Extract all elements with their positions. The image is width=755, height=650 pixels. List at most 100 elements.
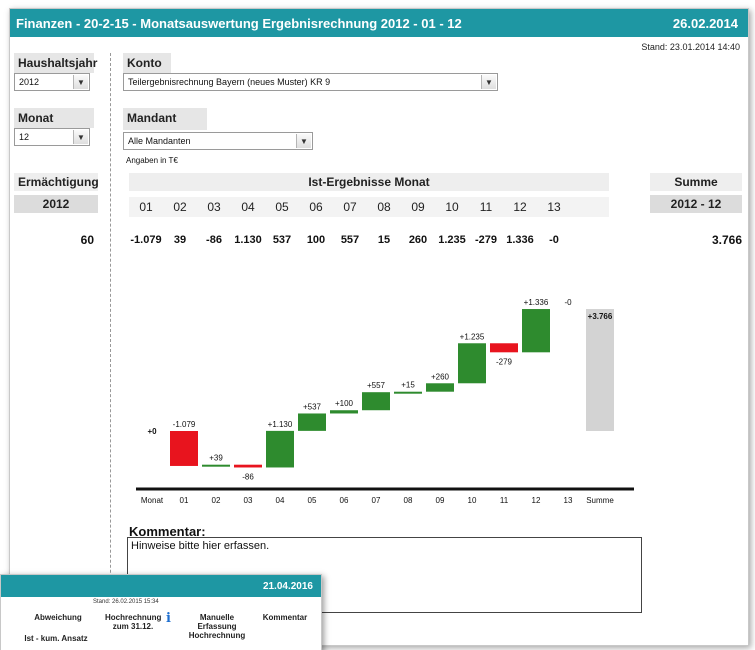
axis-tick-label: 08 [404, 496, 413, 505]
summe-label: Summe [650, 173, 742, 191]
month-header: 08 [377, 200, 391, 214]
month-value: 39 [173, 234, 187, 246]
month-value: 100 [306, 234, 326, 246]
bar-value-label: +1.130 [268, 420, 293, 429]
axis-tick-label: 06 [340, 496, 349, 505]
konto-value: Teilergebnisrechnung Bayern (neues Muste… [128, 77, 331, 87]
month-header-row: 01 02 03 04 05 06 07 08 09 10 11 12 13 [129, 197, 609, 217]
bar-value-label: +557 [367, 381, 386, 390]
waterfall-bar [170, 431, 198, 466]
axis-tick-label: 12 [532, 496, 541, 505]
month-value: -1.079 [130, 234, 162, 246]
month-value: 15 [377, 234, 391, 246]
waterfall-chart: +0 -1.079 +39 -86 +1.130 +537 +100 +557 +15 +260 +… [136, 298, 634, 505]
overlay-date: 21.04.2016 [262, 580, 313, 592]
month-value: 1.130 [234, 234, 262, 246]
axis-tick-label: 11 [500, 496, 509, 505]
mandant-select[interactable]: Alle Mandanten ▼ [123, 132, 313, 150]
month-value: 1.235 [438, 234, 466, 246]
month-value-row: -1.079 39 -86 1.130 537 100 557 15 260 1… [129, 234, 609, 246]
axis-tick-label: 13 [564, 496, 573, 505]
bar-value-label: -0 [564, 298, 572, 307]
waterfall-bar [458, 343, 486, 384]
konto-label: Konto [123, 53, 171, 73]
overlay-title-bar: 21.04.2016 [1, 575, 321, 597]
chevron-down-icon[interactable]: ▼ [73, 130, 88, 144]
month-value: -86 [206, 234, 222, 246]
month-header: 10 [445, 200, 459, 214]
overlay-stand: Stand: 26.02.2015 15:34 [93, 599, 159, 605]
month-header: 03 [207, 200, 221, 214]
bar-value-label: -86 [242, 472, 254, 481]
month-header: 11 [479, 200, 493, 214]
title-bar: Finanzen - 20-2-15 - Monatsauswertung Er… [10, 9, 748, 37]
bar-value-label: +15 [401, 381, 415, 390]
haushaltsjahr-label: Haushaltsjahr [14, 53, 97, 73]
waterfall-bar [426, 383, 454, 392]
month-header: 06 [309, 200, 323, 214]
monat-label: Monat [14, 108, 94, 128]
waterfall-bar [202, 464, 230, 467]
axis-tick-label: 02 [212, 496, 221, 505]
axis-tick-label: 10 [468, 496, 477, 505]
month-value: 557 [340, 234, 360, 246]
month-header: 04 [241, 200, 255, 214]
month-value: 1.336 [506, 234, 534, 246]
axis-tick-label: Monat [141, 496, 164, 505]
overlay-window: 21.04.2016 Stand: 26.02.2015 15:34 Abwei… [0, 574, 322, 650]
waterfall-bar [490, 343, 518, 353]
monat-value: 12 [19, 132, 30, 142]
chevron-down-icon[interactable]: ▼ [481, 75, 496, 89]
col-manuelle-erfassung: Manuelle Erfassung Hochrechnung [188, 613, 246, 640]
bar-value-label: +39 [209, 454, 223, 463]
axis-tick-label: 01 [180, 496, 189, 505]
month-value: 537 [272, 234, 292, 246]
month-header: 01 [139, 200, 153, 214]
month-value: -279 [474, 234, 498, 246]
mandant-label: Mandant [123, 108, 207, 130]
waterfall-bar [522, 309, 550, 353]
axis-tick-label: 07 [372, 496, 381, 505]
ermaechtigung-year: 2012 [14, 195, 98, 213]
axis-tick-label: 03 [244, 496, 253, 505]
bar-value-label: +1.235 [460, 332, 485, 341]
konto-select[interactable]: Teilergebnisrechnung Bayern (neues Muste… [123, 73, 498, 91]
bar-value-label: -1.079 [173, 420, 196, 429]
window-title: Finanzen - 20-2-15 - Monatsauswertung Er… [16, 15, 462, 31]
vertical-divider [110, 53, 111, 643]
angaben-note: Angaben in T€ [126, 156, 178, 165]
chevron-down-icon[interactable]: ▼ [296, 134, 311, 148]
month-header: 13 [547, 200, 561, 214]
summe-period: 2012 - 12 [650, 195, 742, 213]
month-header: 02 [173, 200, 187, 214]
month-header: 09 [411, 200, 425, 214]
bar-value-label: +100 [335, 399, 354, 408]
waterfall-bar [394, 391, 422, 394]
stand-timestamp: Stand: 23.01.2014 14:40 [641, 42, 740, 52]
month-header: 07 [343, 200, 357, 214]
mandant-value: Alle Mandanten [128, 136, 191, 146]
summe-value: 3.766 [711, 233, 742, 247]
main-window: Finanzen - 20-2-15 - Monatsauswertung Er… [9, 8, 749, 646]
waterfall-bar [234, 464, 262, 468]
haushaltsjahr-select[interactable]: 2012 ▼ [14, 73, 90, 91]
axis-tick-label: 04 [276, 496, 285, 505]
col-kommentar: Kommentar [262, 613, 308, 622]
bar-value-label: +1.336 [524, 298, 549, 307]
waterfall-bar [266, 430, 294, 468]
start-label: +0 [147, 427, 157, 436]
window-date: 26.02.2014 [672, 15, 738, 31]
month-header: 12 [513, 200, 527, 214]
monat-select[interactable]: 12 ▼ [14, 128, 90, 146]
col-hochrechnung: Hochrechnung zum 31.12. [105, 613, 162, 631]
month-header: 05 [275, 200, 289, 214]
month-value: -0 [549, 234, 559, 246]
ermaechtigung-value: 60 [80, 233, 94, 247]
info-icon[interactable]: i [166, 611, 171, 626]
bar-value-label: +260 [431, 372, 450, 381]
month-value: 260 [408, 234, 428, 246]
axis-tick-label: 09 [436, 496, 445, 505]
ist-ergebnisse-header: Ist-Ergebnisse Monat [129, 173, 609, 191]
haushaltsjahr-value: 2012 [19, 77, 40, 87]
chevron-down-icon[interactable]: ▼ [73, 75, 88, 89]
